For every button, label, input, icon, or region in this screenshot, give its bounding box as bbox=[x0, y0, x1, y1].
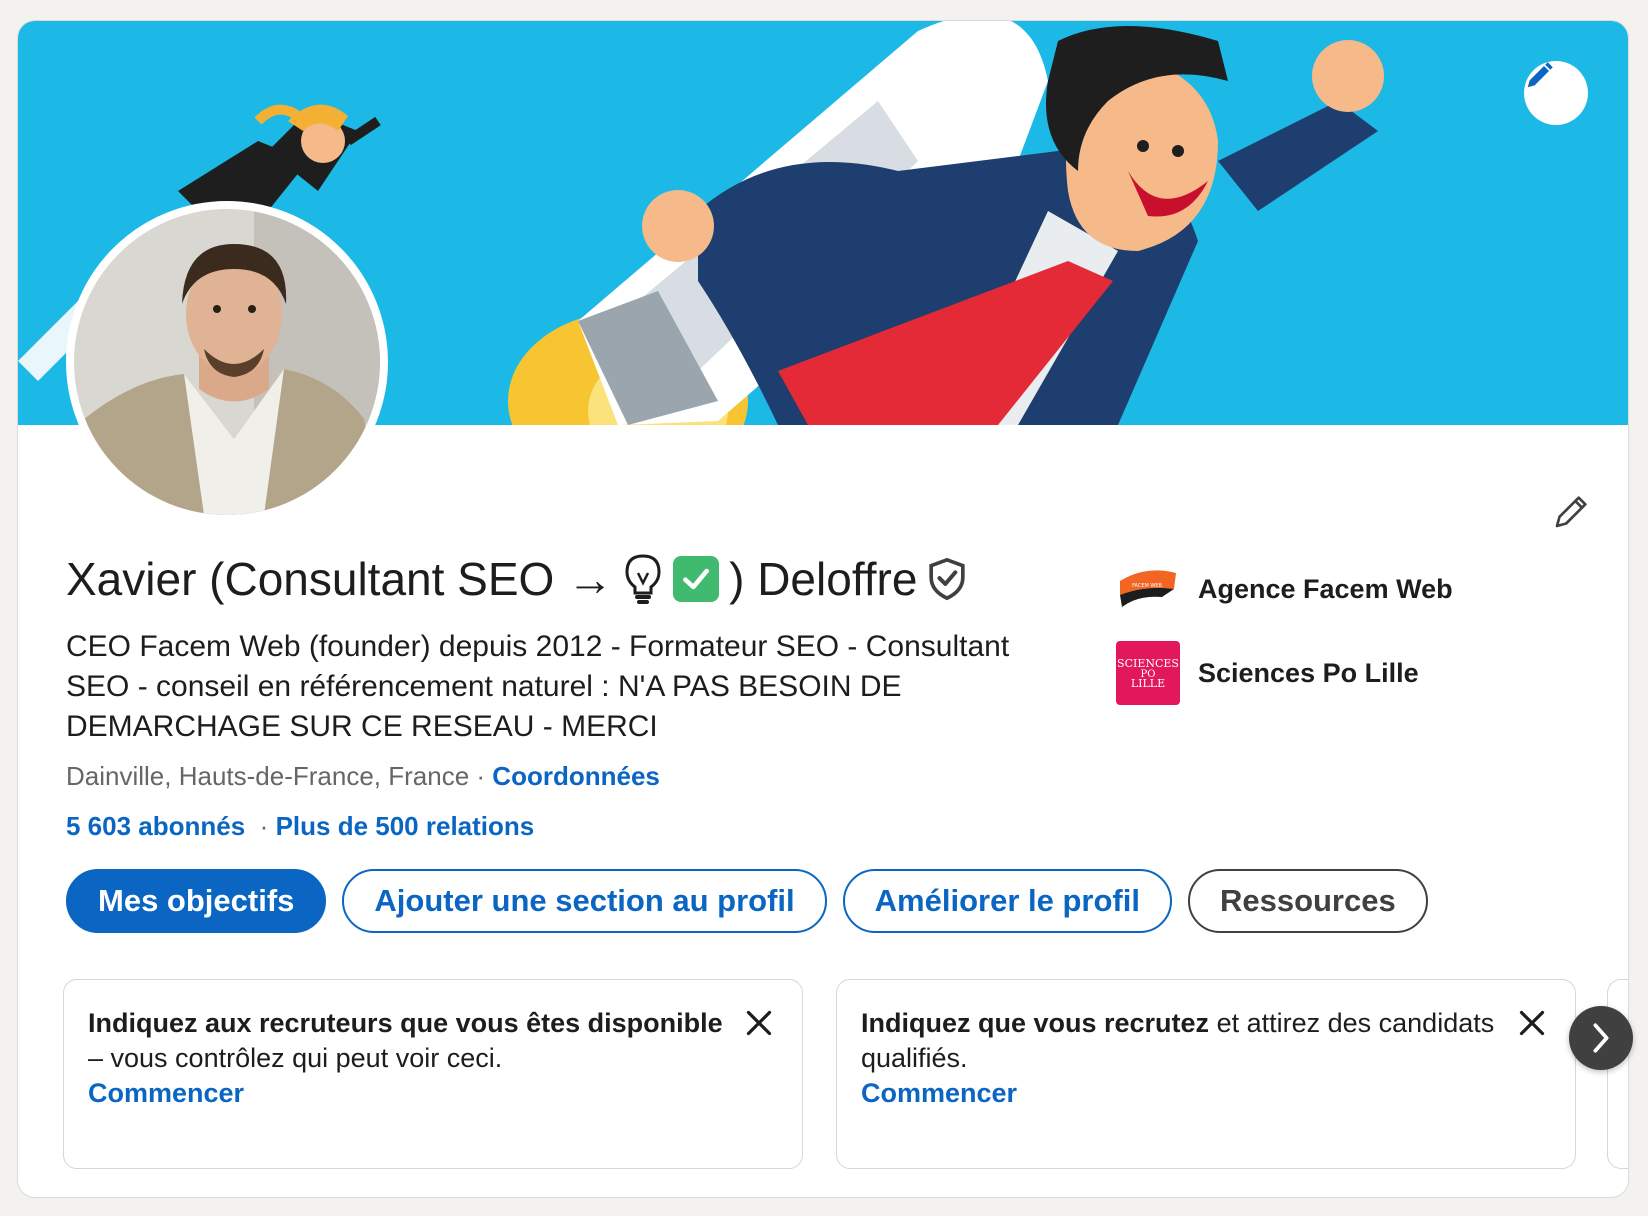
suggestion-text: Indiquez que vous recrutez et attirez de… bbox=[861, 1006, 1501, 1076]
company-facem-web[interactable]: FACEM WEB Agence Facem Web bbox=[1116, 557, 1453, 621]
light-bulb-emoji bbox=[625, 554, 661, 604]
close-icon bbox=[746, 1010, 772, 1036]
company-label: Sciences Po Lille bbox=[1198, 657, 1419, 688]
suggestion-card-hiring: Indiquez que vous recrutez et attirez de… bbox=[836, 979, 1576, 1169]
check-icon bbox=[683, 568, 710, 590]
stats-separator: · bbox=[259, 811, 269, 841]
suggestion-card-open-to-work: Indiquez aux recruteurs que vous êtes di… bbox=[63, 979, 803, 1169]
name-part-1: Xavier (Consultant SEO → bbox=[66, 553, 614, 605]
suggestion-text: Indiquez aux recruteurs que vous êtes di… bbox=[88, 1006, 728, 1076]
suggestion-rest-text: – vous contrôlez qui peut voir ceci. bbox=[88, 1043, 503, 1073]
followers-link[interactable]: 5 603 abonnés bbox=[66, 811, 245, 841]
profile-name: Xavier (Consultant SEO → ) Deloffre bbox=[66, 551, 967, 607]
profile-photo bbox=[74, 209, 380, 515]
banner-edit-button[interactable] bbox=[1524, 61, 1588, 125]
facem-web-logo: FACEM WEB bbox=[1116, 557, 1180, 621]
pencil-icon bbox=[1555, 496, 1587, 528]
profile-card: Xavier (Consultant SEO → ) Deloffre CEO … bbox=[17, 20, 1629, 1198]
company-label: Agence Facem Web bbox=[1198, 573, 1453, 604]
check-mark-emoji bbox=[673, 556, 720, 602]
company-list: FACEM WEB Agence Facem Web SCIENCES PO L… bbox=[1116, 557, 1453, 725]
profile-actions: Mes objectifs Ajouter une section au pro… bbox=[66, 869, 1428, 933]
suggestion-bold-text: Indiquez aux recruteurs que vous êtes di… bbox=[88, 1008, 723, 1038]
suggestion-start-link[interactable]: Commencer bbox=[88, 1076, 778, 1111]
suggestion-dismiss-button[interactable] bbox=[742, 1006, 776, 1040]
suggestion-bold-text: Indiquez que vous recrutez bbox=[861, 1008, 1210, 1038]
suggestion-start-link[interactable]: Commencer bbox=[861, 1076, 1551, 1111]
profile-location: Dainville, Hauts-de-France, France · Coo… bbox=[66, 761, 660, 792]
resources-button[interactable]: Ressources bbox=[1187, 869, 1428, 933]
profile-edit-button[interactable] bbox=[1548, 487, 1596, 535]
connections-link[interactable]: Plus de 500 relations bbox=[276, 811, 535, 841]
carousel-next-button[interactable] bbox=[1569, 1006, 1633, 1070]
name-part-2: ) Deloffre bbox=[729, 553, 918, 605]
add-profile-section-button[interactable]: Ajouter une section au profil bbox=[342, 869, 827, 933]
contact-info-link[interactable]: Coordonnées bbox=[492, 761, 660, 791]
facem-web-logo-text: FACEM WEB bbox=[1132, 583, 1162, 589]
sciences-po-logo-text-3: LILLE bbox=[1131, 677, 1165, 690]
location-separator: · bbox=[476, 761, 486, 791]
my-goals-button[interactable]: Mes objectifs bbox=[66, 869, 327, 933]
improve-profile-button[interactable]: Améliorer le profil bbox=[842, 869, 1172, 933]
sciences-po-lille-logo: SCIENCES PO LILLE bbox=[1116, 641, 1180, 705]
pencil-icon bbox=[1527, 62, 1553, 88]
avatar[interactable] bbox=[66, 201, 388, 523]
suggestion-dismiss-button[interactable] bbox=[1515, 1006, 1549, 1040]
shield-check-icon[interactable] bbox=[927, 557, 967, 601]
chevron-right-icon bbox=[1593, 1023, 1609, 1053]
close-icon bbox=[1519, 1010, 1545, 1036]
profile-stats: 5 603 abonnés · Plus de 500 relations bbox=[66, 811, 534, 842]
company-sciences-po-lille[interactable]: SCIENCES PO LILLE Sciences Po Lille bbox=[1116, 641, 1453, 705]
location-text: Dainville, Hauts-de-France, France bbox=[66, 761, 470, 791]
profile-headline: CEO Facem Web (founder) depuis 2012 - Fo… bbox=[66, 630, 1010, 743]
